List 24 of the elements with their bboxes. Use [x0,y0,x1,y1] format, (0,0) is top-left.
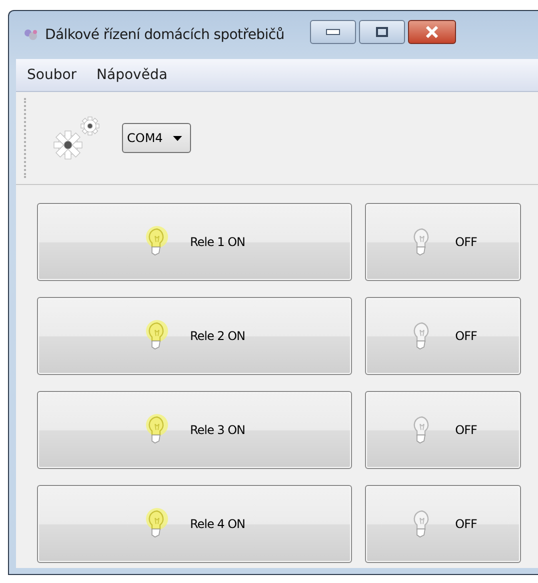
minimize-button[interactable] [310,20,356,44]
light-bulb-icon [144,320,170,352]
dropdown-arrow-icon [172,136,182,140]
relay-on-button[interactable]: Rele 4 ON [37,485,352,563]
light-bulb-icon [144,226,170,258]
relay-off-button[interactable]: OFF [365,391,521,469]
menu-item[interactable]: Nápověda [96,67,168,83]
light-bulb-icon [144,508,170,540]
relay-off-button[interactable]: OFF [365,297,521,375]
maximize-icon [376,27,388,37]
relay-on-button[interactable]: Rele 3 ON [37,391,352,469]
close-icon [425,26,440,38]
minimize-icon [326,29,340,35]
light-bulb-icon [144,414,170,446]
menu-item[interactable]: Soubor [27,67,77,83]
relay-off-button[interactable]: OFF [365,203,521,281]
close-button[interactable] [408,20,456,44]
window-title: Dálkové řízení domácích spotřebičů [45,27,284,43]
relay-on-button[interactable]: Rele 1 ON [37,203,352,281]
relay-off-button[interactable]: OFF [365,485,521,563]
app-icon [23,28,39,42]
maximize-button[interactable] [359,20,406,44]
relay-on-button[interactable]: Rele 2 ON [37,297,352,375]
port-dropdown[interactable]: COM4 [122,123,191,153]
